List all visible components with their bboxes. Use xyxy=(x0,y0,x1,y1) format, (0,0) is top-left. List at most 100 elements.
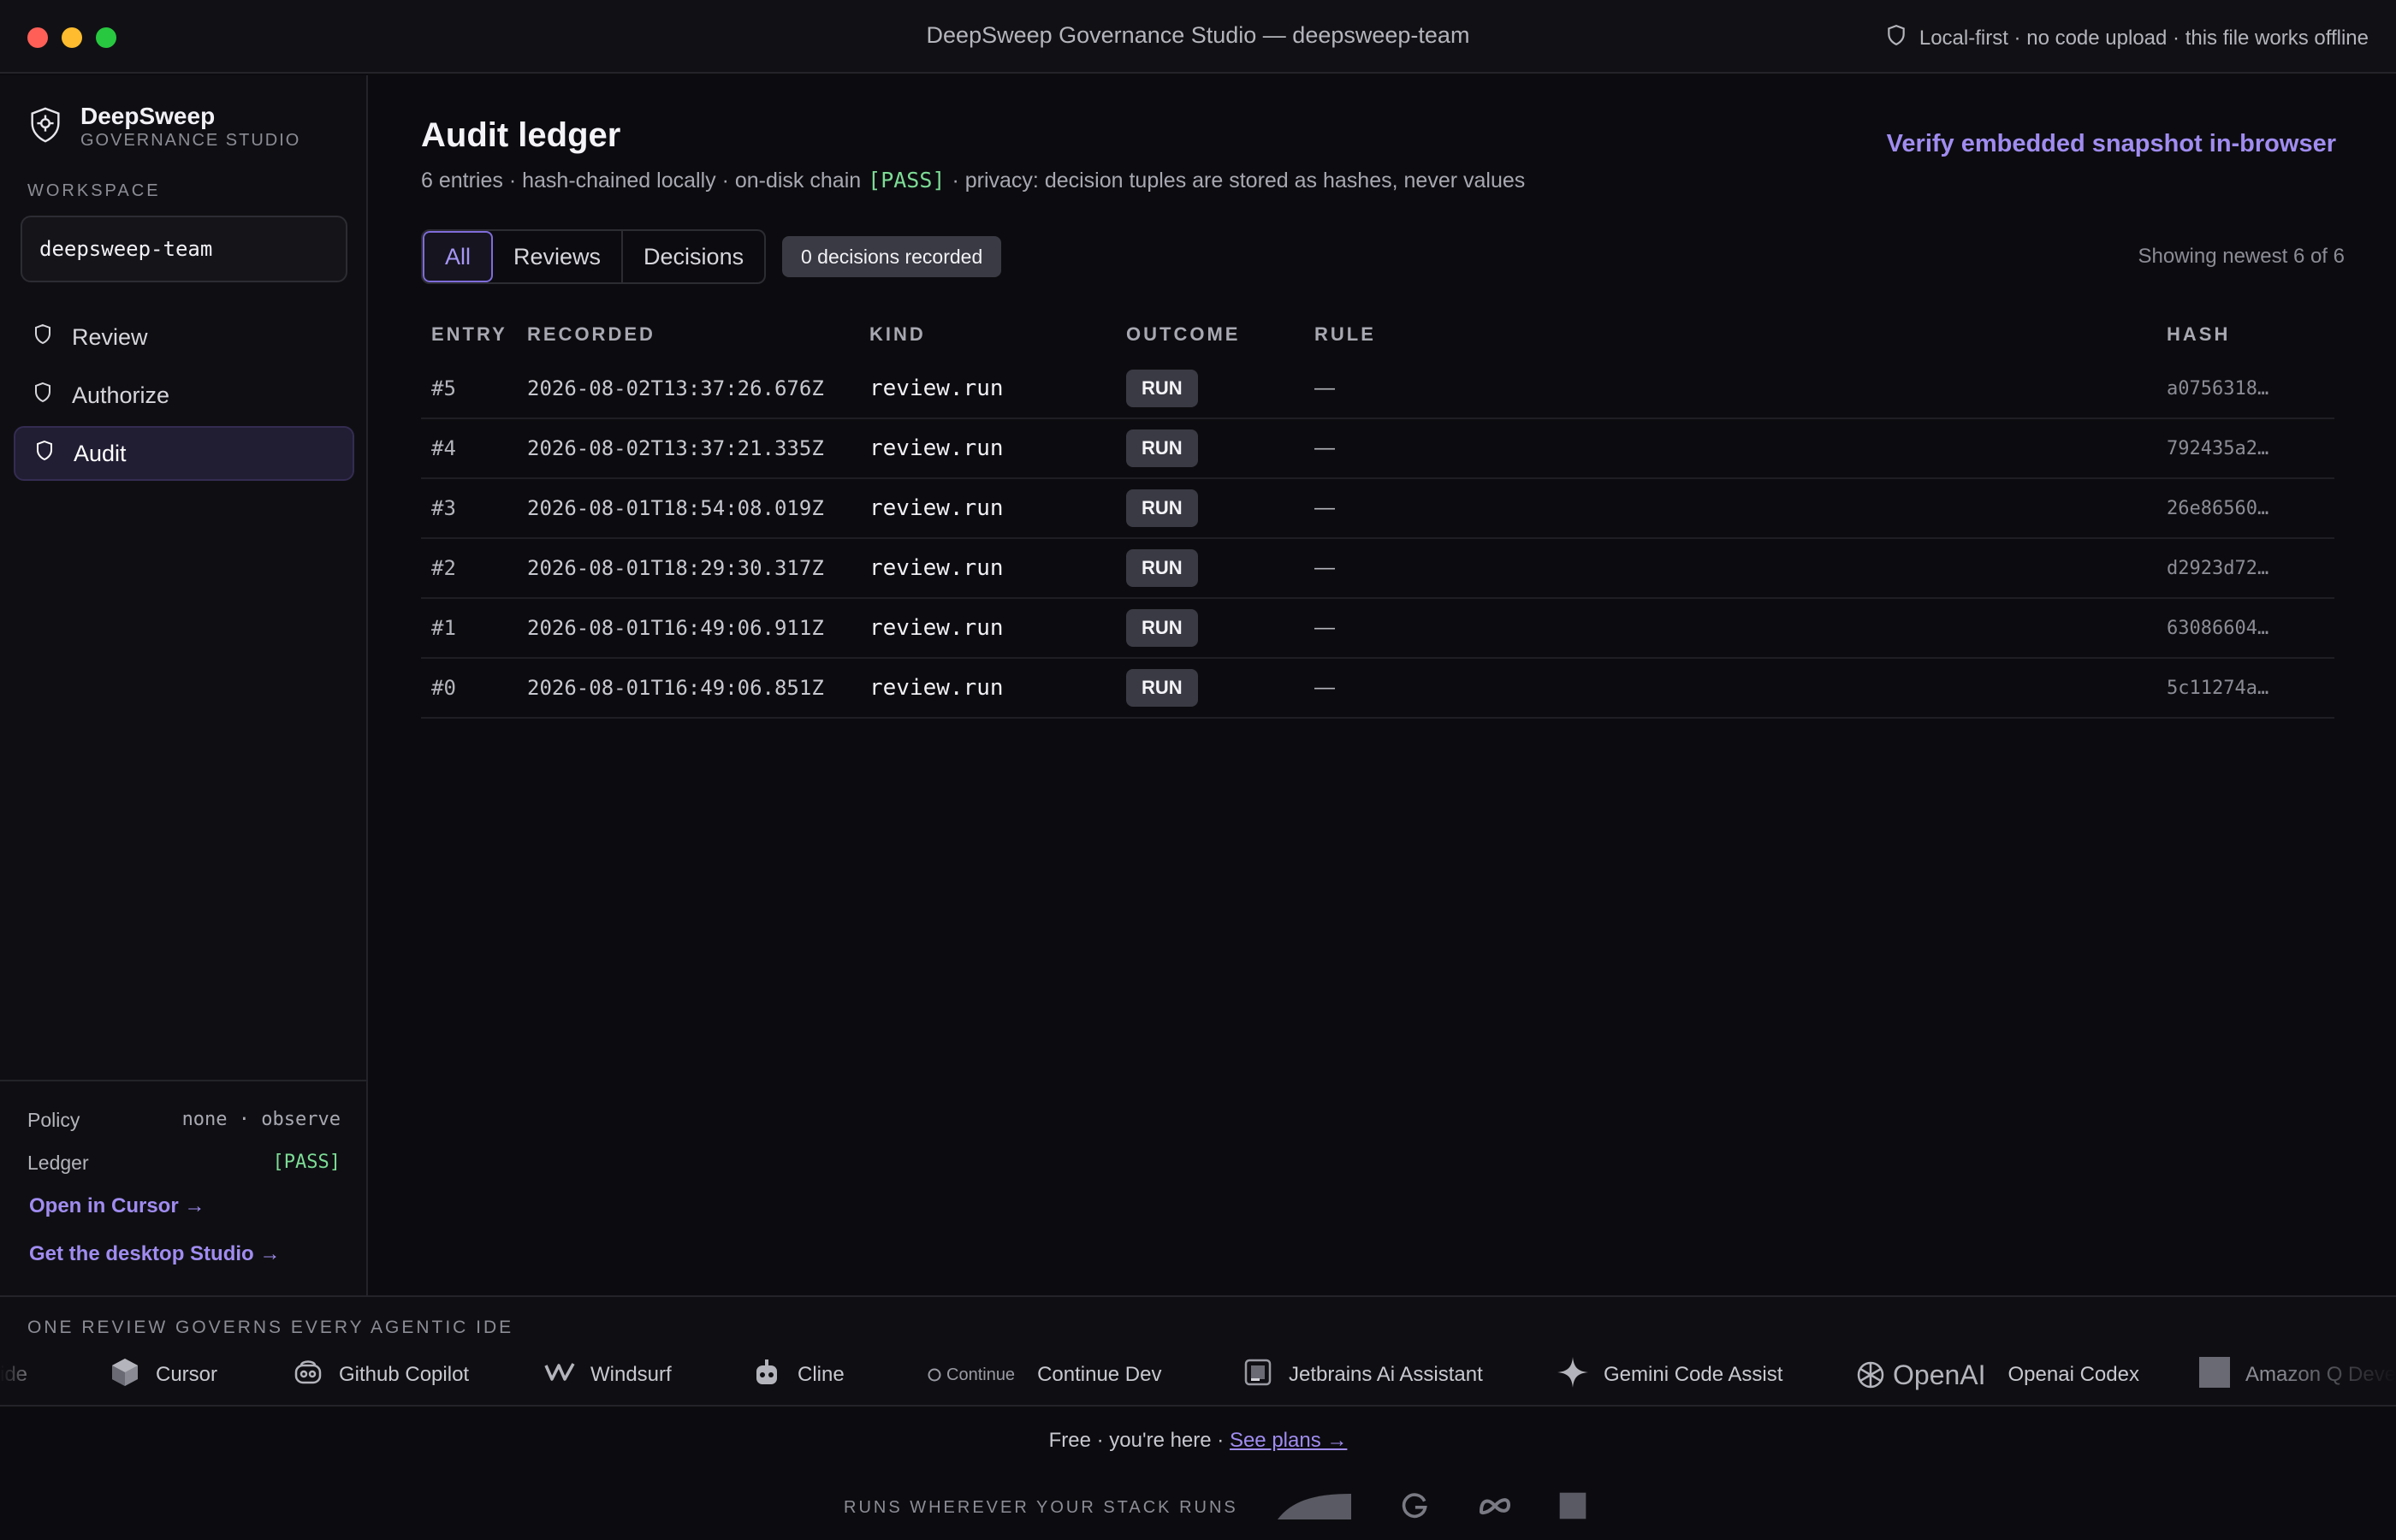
cloud-shape-icon xyxy=(1276,1490,1353,1525)
see-plans-link[interactable]: See plans → xyxy=(1230,1429,1347,1452)
outcome-cell: RUN xyxy=(1126,359,1198,418)
outcome-cell: RUN xyxy=(1126,479,1198,537)
policy-row: Policy none · observe xyxy=(27,1109,341,1132)
outcome-cell: RUN xyxy=(1126,539,1198,597)
nav-item-review[interactable]: Review xyxy=(14,310,354,364)
rule-cell: — xyxy=(1314,556,1335,579)
workspace-selector[interactable]: deepsweep-team xyxy=(21,216,347,282)
shield-icon xyxy=(34,440,55,468)
ledger-row: Ledger [PASS] xyxy=(27,1152,341,1175)
sidebar: DeepSweep GOVERNANCE STUDIO WORKSPACE de… xyxy=(0,75,368,1295)
column-header-rule: RULE xyxy=(1314,323,1376,345)
ledger-subtitle: 6 entries · hash-chained locally · on-di… xyxy=(421,168,1525,193)
table-row[interactable]: #0 2026-08-01T16:49:06.851Z review.run R… xyxy=(421,659,2334,719)
sparkle-icon xyxy=(1556,1355,1590,1395)
page-title: Audit ledger xyxy=(421,116,621,154)
column-header-recorded: RECORDED xyxy=(527,323,655,345)
kind-cell: review.run xyxy=(869,495,1004,521)
brand: DeepSweep GOVERNANCE STUDIO xyxy=(26,103,300,151)
kind-cell: review.run xyxy=(869,376,1004,401)
hash-cell: 792435a2… xyxy=(2167,437,2269,459)
local-first-text: Local-first · no code upload · this file… xyxy=(1919,26,2369,50)
strip-fade-left xyxy=(0,1348,51,1400)
ide-name: Openai Codex xyxy=(2008,1363,2139,1386)
ide-logo-strip: ONE REVIEW GOVERNS EVERY AGENTIC IDE ide… xyxy=(0,1295,2396,1407)
rule-cell: — xyxy=(1314,616,1335,639)
ide-name: Github Copilot xyxy=(339,1363,470,1386)
outcome-cell: RUN xyxy=(1126,659,1198,717)
outcome-badge: RUN xyxy=(1126,489,1198,527)
main-panel: Audit ledger 6 entries · hash-chained lo… xyxy=(370,75,2396,1295)
column-header-outcome: OUTCOME xyxy=(1126,323,1241,345)
ide-name: Gemini Code Assist xyxy=(1604,1363,1783,1386)
outcome-badge: RUN xyxy=(1126,370,1198,407)
tab-reviews[interactable]: Reviews xyxy=(493,231,624,282)
sidebar-footer: Policy none · observe Ledger [PASS] Open… xyxy=(0,1080,368,1295)
rule-cell: — xyxy=(1314,496,1335,519)
recorded-cell: 2026-08-02T13:37:26.676Z xyxy=(527,376,824,400)
open-in-cursor-link[interactable]: Open in Cursor → xyxy=(29,1194,205,1218)
workspace-label: WORKSPACE xyxy=(27,181,161,200)
outcome-cell: RUN xyxy=(1126,419,1198,477)
free-plan-text: Free · you're here · xyxy=(1048,1429,1225,1452)
shield-icon xyxy=(33,323,53,352)
entry-cell: #3 xyxy=(431,496,456,520)
brand-name: DeepSweep xyxy=(80,103,216,129)
get-desktop-studio-link[interactable]: Get the desktop Studio → xyxy=(29,1242,280,1266)
policy-label: Policy xyxy=(27,1109,80,1131)
ledger-label: Ledger xyxy=(27,1152,89,1174)
chain-pass-status: [PASS] xyxy=(868,168,946,192)
robot-icon xyxy=(750,1355,784,1395)
ide-name: Jetbrains Ai Assistant xyxy=(1289,1363,1483,1386)
ide-item-gemini-code-assist: Gemini Code Assist xyxy=(1556,1353,1782,1396)
nav-item-label: Audit xyxy=(74,440,127,466)
title-bar: DeepSweep Governance Studio — deepsweep-… xyxy=(0,0,2396,74)
table-row[interactable]: #3 2026-08-01T18:54:08.019Z review.run R… xyxy=(421,479,2334,539)
recorded-cell: 2026-08-02T13:37:21.335Z xyxy=(527,436,824,460)
continue-logo: Continue xyxy=(926,1365,1015,1385)
nav-item-label: Review xyxy=(72,323,148,350)
ide-name: Continue Dev xyxy=(1037,1363,1162,1386)
ide-item-jetbrains-ai-assistant: Jetbrains Ai Assistant xyxy=(1241,1353,1483,1396)
hash-cell: 5c11274a… xyxy=(2167,677,2269,699)
square-logo-icon xyxy=(1558,1491,1587,1525)
rule-cell: — xyxy=(1314,376,1335,400)
openai-logo-text: OpenAI xyxy=(1893,1359,1986,1390)
entry-cell: #0 xyxy=(431,676,456,700)
entry-cell: #5 xyxy=(431,376,456,400)
table-row[interactable]: #1 2026-08-01T16:49:06.911Z review.run R… xyxy=(421,599,2334,659)
cube-icon xyxy=(108,1355,142,1395)
plan-line: Free · you're here · See plans → xyxy=(0,1429,2396,1453)
nav-item-audit[interactable]: Audit xyxy=(14,426,354,481)
outcome-badge: RUN xyxy=(1126,669,1198,707)
table-row[interactable]: #4 2026-08-02T13:37:21.335Z review.run R… xyxy=(421,419,2334,479)
runs-everywhere-row: RUNS WHEREVER YOUR STACK RUNS xyxy=(844,1490,1587,1525)
filter-tabs: All Reviews Decisions xyxy=(421,229,767,284)
column-header-entry: ENTRY xyxy=(431,323,507,345)
ide-name: Cline xyxy=(798,1363,845,1386)
verify-snapshot-link[interactable]: Verify embedded snapshot in-browser xyxy=(1887,130,2336,158)
hash-cell: a0756318… xyxy=(2167,377,2269,400)
recorded-cell: 2026-08-01T16:49:06.911Z xyxy=(527,616,824,640)
ide-name: Cursor xyxy=(156,1363,218,1386)
tab-all[interactable]: All xyxy=(423,231,494,282)
rule-cell: — xyxy=(1314,676,1335,699)
hash-cell: 63086604… xyxy=(2167,617,2269,639)
nav-item-authorize[interactable]: Authorize xyxy=(14,368,354,423)
outcome-cell: RUN xyxy=(1126,599,1198,657)
column-header-hash: HASH xyxy=(2167,323,2231,345)
table-row[interactable]: #5 2026-08-02T13:37:26.676Z review.run R… xyxy=(421,359,2334,419)
rule-cell: — xyxy=(1314,436,1335,459)
ide-name: Windsurf xyxy=(590,1363,672,1386)
kind-cell: review.run xyxy=(869,435,1004,461)
strip-fade-right xyxy=(2276,1348,2396,1400)
continue-logo-text: Continue xyxy=(946,1365,1016,1384)
tab-decisions[interactable]: Decisions xyxy=(623,231,764,282)
hash-cell: d2923d72… xyxy=(2167,557,2269,579)
kind-cell: review.run xyxy=(869,615,1004,641)
nav-item-label: Authorize xyxy=(72,382,170,408)
table-row[interactable]: #2 2026-08-01T18:29:30.317Z review.run R… xyxy=(421,539,2334,599)
kind-cell: review.run xyxy=(869,675,1004,701)
amazon-q-icon xyxy=(2197,1355,2232,1395)
local-first-status: Local-first · no code upload · this file… xyxy=(1885,24,2369,52)
